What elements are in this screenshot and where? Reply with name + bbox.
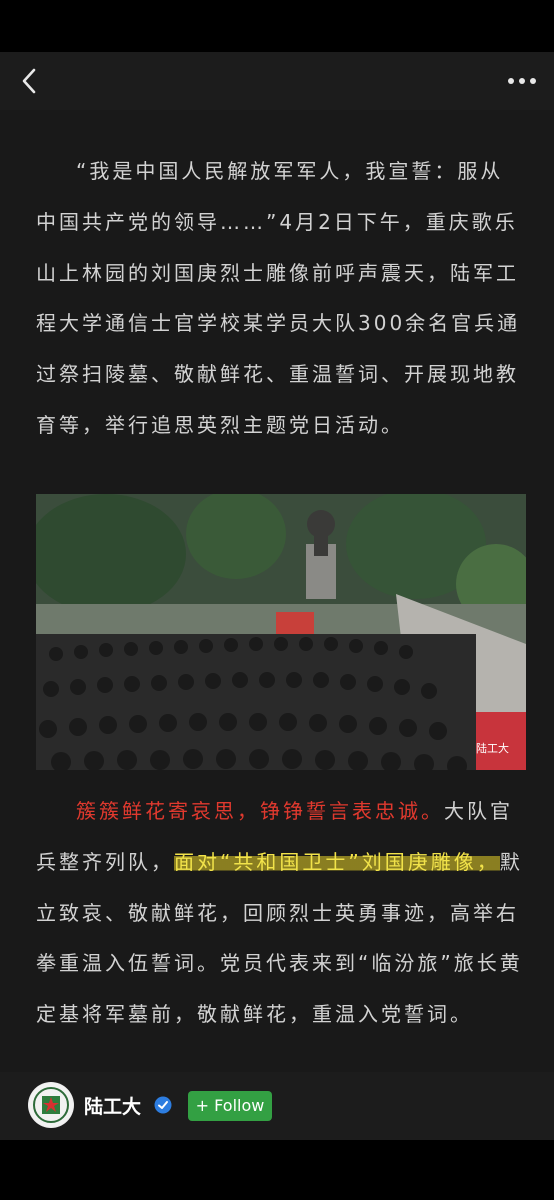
- article-paragraph-2: 簇簇鲜花寄哀思，铮铮誓言表忠诚。大队官兵整齐列队，面对“共和国卫士”刘国庚雕像，…: [36, 786, 526, 1040]
- red-emphasis-text: 簇簇鲜花寄哀思，铮铮誓言表忠诚。: [76, 799, 444, 823]
- ceremony-photo: 陆工大: [36, 494, 526, 770]
- more-options-button[interactable]: [506, 66, 538, 96]
- chevron-left-icon: [22, 68, 36, 94]
- bottom-area: [0, 1140, 554, 1200]
- back-button[interactable]: [18, 66, 46, 96]
- nav-bar: [0, 52, 554, 110]
- verified-badge-icon: [154, 1096, 172, 1114]
- paragraph-text: 默立致哀、敬献鲜花，回顾烈士英勇事迹，高举右拳重温入伍誓词。党员代表来到“临汾旅…: [36, 849, 523, 1027]
- ellipsis-icon: [508, 78, 536, 84]
- account-name[interactable]: 陆工大: [84, 1092, 141, 1119]
- avatar[interactable]: [28, 1082, 74, 1128]
- article-paragraph-1: “我是中国人民解放军军人，我宣誓：服从中国共产党的领导……”4月2日下午，重庆歌…: [36, 159, 521, 437]
- photo-watermark: 陆工大: [476, 741, 509, 755]
- article-content: “我是中国人民解放军军人，我宣誓：服从中国共产党的领导……”4月2日下午，重庆歌…: [0, 110, 554, 1072]
- article-photo[interactable]: 陆工大: [36, 494, 526, 770]
- follow-button[interactable]: + Follow: [188, 1091, 272, 1121]
- army-emblem-icon: [29, 1083, 73, 1127]
- highlighted-text: 面对“共和国卫士”刘国庚雕像，: [174, 849, 500, 874]
- author-footer: 陆工大 + Follow: [0, 1072, 554, 1140]
- status-bar-area: [0, 0, 554, 52]
